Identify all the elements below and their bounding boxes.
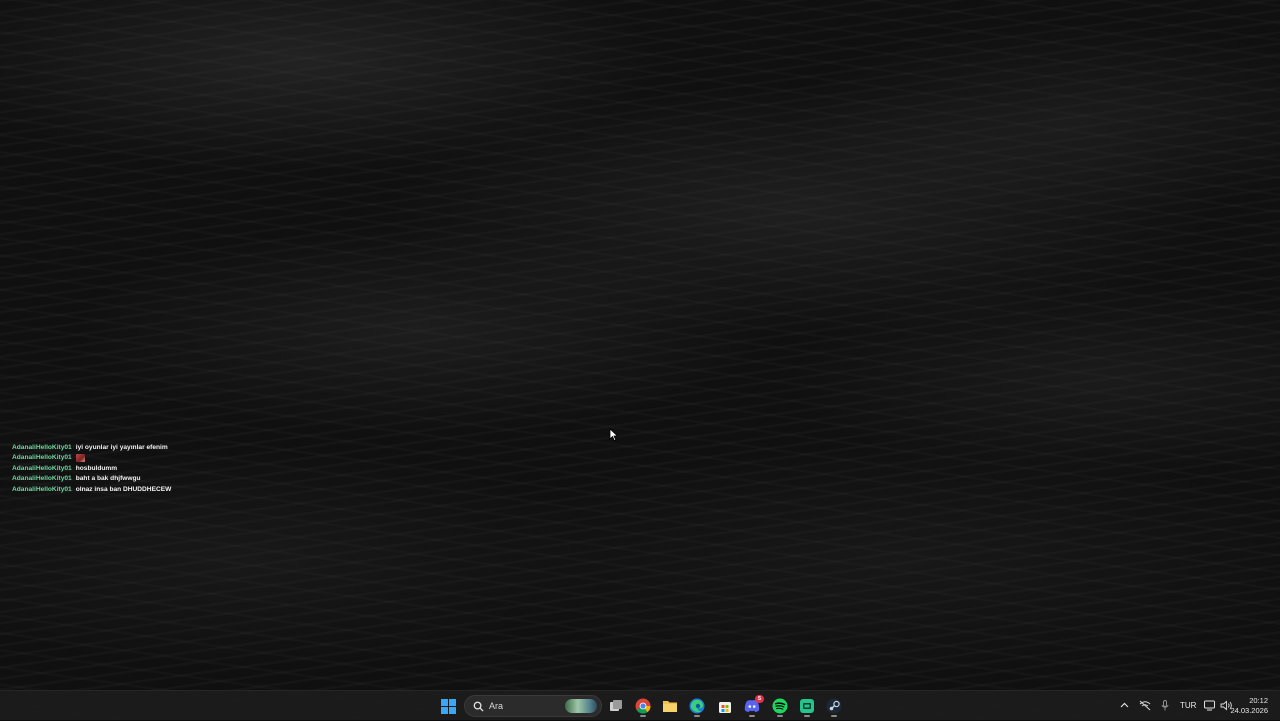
chat-username: AdanaliHelloKity01 <box>12 475 72 483</box>
running-indicator <box>804 715 810 717</box>
network-disconnected-icon[interactable] <box>1139 700 1151 711</box>
running-indicator <box>749 715 755 717</box>
chat-message: AdanaliHelloKity01 iyi oyunlar iyi yayınl… <box>12 443 312 453</box>
store-icon <box>719 702 731 713</box>
discord-button[interactable]: 5 <box>740 694 764 718</box>
search-icon <box>473 701 484 712</box>
stream-chat-overlay: AdanaliHelloKity01 iyi oyunlar iyi yayınl… <box>12 443 312 495</box>
chat-message: AdanaliHelloKity01 baht a bak dhjfwwgu <box>12 474 312 484</box>
clock-date: 24.03.2026 <box>1230 706 1268 715</box>
microphone-icon[interactable] <box>1161 700 1169 711</box>
clock-time: 20:12 <box>1249 696 1268 705</box>
spotify-button[interactable] <box>768 694 792 718</box>
desktop-wallpaper[interactable] <box>0 0 1280 720</box>
running-indicator <box>640 715 646 717</box>
chat-username: AdanaliHelloKity01 <box>12 485 72 493</box>
running-indicator <box>777 715 783 717</box>
chrome-icon <box>635 698 651 714</box>
spotify-icon <box>772 698 788 714</box>
start-button[interactable] <box>436 694 460 718</box>
windows-start-icon <box>440 698 456 714</box>
search-placeholder: Ara <box>489 701 504 711</box>
edge-button[interactable] <box>685 694 709 718</box>
task-view-icon <box>610 700 622 711</box>
steam-button[interactable] <box>822 694 846 718</box>
task-view-button[interactable] <box>604 694 628 718</box>
notification-badge: 5 <box>755 695 764 703</box>
mouse-cursor-icon <box>609 428 619 442</box>
chat-emote-icon <box>75 453 85 462</box>
chat-message: AdanaliHelloKity01 olnaz insa ban DHUDDHE… <box>12 485 312 495</box>
chat-text: olnaz insa ban DHUDDHECEW <box>75 485 172 493</box>
chat-text: hosbuldumm <box>75 464 118 472</box>
chat-text: baht a bak dhjfwwgu <box>75 475 141 483</box>
app-button[interactable] <box>795 694 819 718</box>
taskbar: Ara 5 TUR 20:12 24.03.2026 <box>0 690 1280 720</box>
taskbar-search[interactable]: Ara <box>464 695 602 717</box>
store-button[interactable] <box>713 694 737 718</box>
system-tray: TUR 20:12 24.03.2026 <box>1090 691 1280 721</box>
display-icon[interactable] <box>1204 700 1215 711</box>
chat-message: AdanaliHelloKity01 hosbuldumm <box>12 464 312 474</box>
chat-username: AdanaliHelloKity01 <box>12 464 72 472</box>
chrome-button[interactable] <box>631 694 655 718</box>
language-indicator[interactable]: TUR <box>1180 701 1196 710</box>
steam-icon <box>826 698 842 714</box>
chat-username: AdanaliHelloKity01 <box>12 444 72 451</box>
search-highlight-image <box>565 699 597 713</box>
chevron-up-icon[interactable] <box>1120 702 1129 708</box>
running-indicator <box>694 715 700 717</box>
file-explorer-icon <box>663 701 677 712</box>
chat-text: iyi oyunlar iyi yayınlar efenim <box>75 444 168 451</box>
edge-icon <box>689 698 705 714</box>
file-explorer-button[interactable] <box>658 694 682 718</box>
chat-username: AdanaliHelloKity01 <box>12 454 72 462</box>
running-indicator <box>831 715 837 717</box>
clock[interactable]: 20:12 24.03.2026 <box>1230 696 1268 716</box>
app-icon <box>800 699 814 713</box>
chat-message: AdanaliHelloKity01 <box>12 453 312 463</box>
